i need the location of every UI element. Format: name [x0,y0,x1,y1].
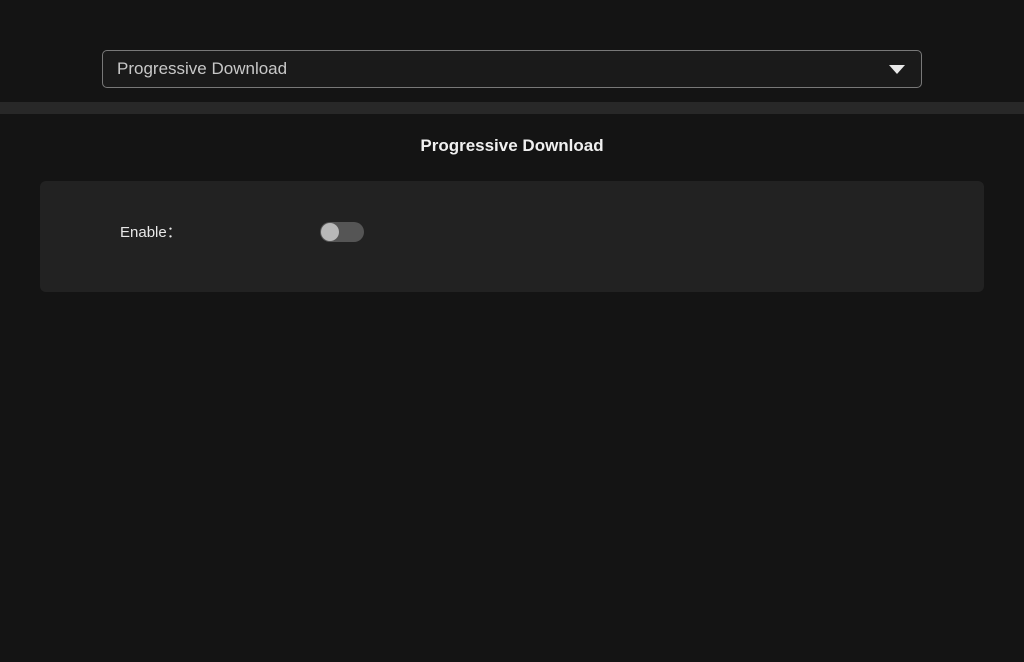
enable-label: Enable： [80,221,320,242]
top-bar: Progressive Download [0,0,1024,102]
enable-toggle[interactable] [320,222,364,242]
dropdown-selected-label: Progressive Download [117,59,287,79]
content-section: Progressive Download Enable： [0,114,1024,292]
page-title: Progressive Download [420,136,603,156]
section-divider [0,102,1024,114]
settings-panel: Enable： [40,181,984,292]
chevron-down-icon [889,65,905,74]
toggle-knob [321,223,339,241]
mode-dropdown[interactable]: Progressive Download [102,50,922,88]
